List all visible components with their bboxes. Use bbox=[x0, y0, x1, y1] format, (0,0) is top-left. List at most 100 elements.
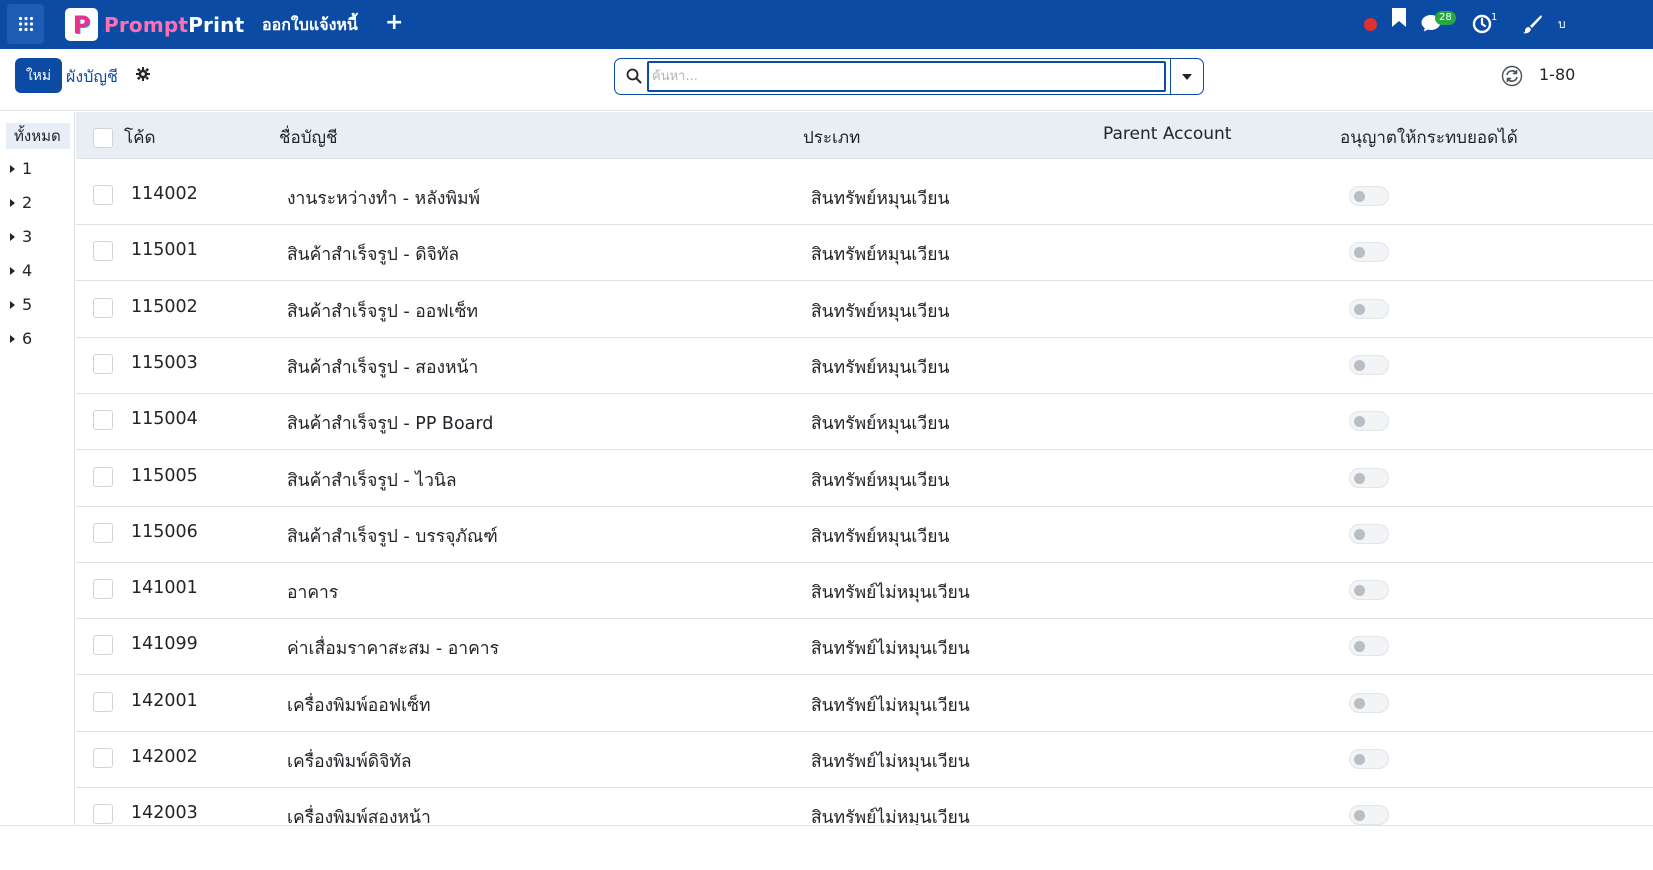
table-header: โค้ด ชื่อบัญชี ประเภท Parent Account อนุ… bbox=[76, 112, 1653, 159]
toggle-knob bbox=[1354, 528, 1365, 540]
reconcile-toggle[interactable] bbox=[1349, 242, 1389, 263]
table-row[interactable]: 115002 สินค้าสำเร็จรูป - ออฟเซ็ท สินทรัพย์… bbox=[76, 281, 1653, 338]
table-row[interactable]: 142001 เครื่องพิมพ์ออฟเซ็ท สินทรัพย์ไม่หมุ… bbox=[76, 675, 1653, 732]
menu-invoicing[interactable]: ออกใบแจ้งหนี้ bbox=[262, 13, 358, 38]
cell-account-type: สินทรัพย์หมุนเวียน bbox=[811, 414, 950, 435]
cell-code: 142002 bbox=[131, 747, 198, 767]
select-all-checkbox[interactable] bbox=[93, 128, 113, 148]
toggle-knob bbox=[1354, 303, 1365, 315]
refresh-icon[interactable] bbox=[1501, 65, 1523, 87]
cell-account-name: งานระหว่างทำ - หลังพิมพ์ bbox=[287, 189, 481, 209]
group-item[interactable]: 3 bbox=[10, 227, 32, 246]
cell-account-name: สินค้าสำเร็จรูป - สองหน้า bbox=[287, 357, 479, 378]
cell-code: 114002 bbox=[131, 184, 198, 204]
brand-logo-mark: P bbox=[65, 8, 98, 41]
bookmark-icon[interactable] bbox=[1390, 7, 1408, 29]
cell-code: 115006 bbox=[131, 521, 198, 542]
row-checkbox[interactable] bbox=[93, 748, 113, 768]
toggle-knob bbox=[1354, 641, 1365, 653]
toggle-knob bbox=[1354, 697, 1365, 709]
table-row[interactable]: 115004 สินค้าสำเร็จรูป - PP Board สินทรัพย… bbox=[76, 394, 1653, 451]
group-item[interactable]: 5 bbox=[10, 295, 32, 314]
reconcile-toggle[interactable] bbox=[1349, 411, 1389, 432]
column-header-code[interactable]: โค้ด bbox=[124, 124, 156, 151]
cell-account-name: ค่าเสื่อมราคาสะสม - อาคาร bbox=[287, 639, 500, 660]
reconcile-toggle[interactable] bbox=[1349, 354, 1389, 375]
row-checkbox[interactable] bbox=[93, 353, 113, 374]
activity-clock-icon[interactable] bbox=[1471, 13, 1493, 35]
reconcile-toggle[interactable] bbox=[1349, 186, 1389, 206]
bottom-area bbox=[0, 825, 1653, 870]
row-checkbox[interactable] bbox=[93, 185, 113, 205]
table-row[interactable]: 115005 สินค้าสำเร็จรูป - ไวนิล สินทรัพย์หม… bbox=[76, 450, 1653, 507]
cell-account-type: สินทรัพย์ไม่หมุนเวียน bbox=[811, 808, 970, 825]
reconcile-toggle[interactable] bbox=[1349, 692, 1389, 713]
table-row[interactable]: 142003 เครื่องพิมพ์สองหน้า สินทรัพย์ไม่หมุ… bbox=[76, 788, 1653, 825]
pager-value[interactable]: 1-80 bbox=[1539, 65, 1575, 84]
table-row[interactable]: 114002 งานระหว่างทำ - หลังพิมพ์ สินทรัพย์ห… bbox=[76, 169, 1653, 225]
column-header-reconcile[interactable]: อนุญาตให้กระทบยอดได้ bbox=[1340, 124, 1518, 151]
table-row[interactable]: 142002 เครื่องพิมพ์ดิจิทัล สินทรัพย์ไม่หมุ… bbox=[76, 732, 1653, 788]
row-checkbox[interactable] bbox=[93, 297, 113, 318]
caret-right-icon bbox=[10, 266, 15, 275]
user-menu[interactable]: บ bbox=[1558, 15, 1566, 34]
apps-menu-button[interactable] bbox=[7, 4, 44, 44]
new-button[interactable]: ใหม่ bbox=[15, 58, 62, 93]
chat-count-badge: 28 bbox=[1435, 11, 1456, 25]
row-checkbox[interactable] bbox=[93, 241, 113, 262]
row-checkbox[interactable] bbox=[93, 466, 113, 487]
reconcile-toggle[interactable] bbox=[1349, 636, 1389, 657]
reconcile-toggle[interactable] bbox=[1349, 467, 1389, 488]
cell-code: 141099 bbox=[131, 634, 198, 655]
cell-code: 115005 bbox=[131, 465, 198, 486]
group-all[interactable]: ทั้งหมด bbox=[6, 123, 70, 149]
cell-account-name: เครื่องพิมพ์ดิจิทัล bbox=[287, 752, 412, 772]
row-checkbox[interactable] bbox=[93, 522, 113, 543]
cell-account-name: เครื่องพิมพ์ออฟเซ็ท bbox=[287, 695, 431, 716]
reconcile-toggle[interactable] bbox=[1349, 523, 1389, 544]
recording-indicator-icon[interactable] bbox=[1364, 18, 1377, 31]
brand-logo-letter: P bbox=[72, 10, 91, 39]
table-row[interactable]: 141001 อาคาร สินทรัพย์ไม่หมุนเวียน bbox=[76, 563, 1653, 620]
search-bar bbox=[614, 58, 1204, 95]
cell-code: 115004 bbox=[131, 409, 198, 430]
gear-icon[interactable] bbox=[136, 67, 150, 81]
cell-account-type: สินทรัพย์ไม่หมุนเวียน bbox=[811, 695, 970, 716]
reconcile-toggle[interactable] bbox=[1349, 580, 1389, 601]
table-row[interactable]: 115003 สินค้าสำเร็จรูป - สองหน้า สินทรัพย์… bbox=[76, 337, 1653, 394]
row-checkbox[interactable] bbox=[93, 804, 113, 825]
search-input[interactable] bbox=[647, 61, 1166, 92]
table-row[interactable]: 141099 ค่าเสื่อมราคาสะสม - อาคาร สินทรัพย์… bbox=[76, 619, 1653, 676]
reconcile-toggle[interactable] bbox=[1349, 805, 1389, 825]
add-shortcut-button[interactable]: + bbox=[385, 10, 403, 35]
group-item[interactable]: 2 bbox=[10, 193, 32, 212]
row-checkbox[interactable] bbox=[93, 635, 113, 656]
row-checkbox[interactable] bbox=[93, 579, 113, 600]
toggle-knob bbox=[1354, 472, 1365, 484]
brand-name: PromptPrint bbox=[104, 13, 244, 37]
table-row[interactable]: 115006 สินค้าสำเร็จรูป - บรรจุภัณฑ์ สินทรั… bbox=[76, 506, 1653, 563]
row-checkbox[interactable] bbox=[93, 691, 113, 712]
group-item[interactable]: 6 bbox=[10, 329, 32, 348]
reconcile-toggle[interactable] bbox=[1349, 749, 1389, 769]
row-checkbox[interactable] bbox=[93, 410, 113, 431]
group-item[interactable]: 4 bbox=[10, 261, 32, 280]
cell-code: 115002 bbox=[131, 296, 198, 317]
control-panel: ใหม่ ผังบัญชี 1-80 bbox=[0, 49, 1653, 111]
column-header-name[interactable]: ชื่อบัญชี bbox=[279, 124, 338, 151]
cell-account-type: สินทรัพย์หมุนเวียน bbox=[811, 301, 950, 322]
search-options-toggle[interactable] bbox=[1182, 74, 1192, 80]
toggle-knob bbox=[1354, 585, 1365, 597]
table-row[interactable]: 115001 สินค้าสำเร็จรูป - ดิจิทัล สินทรัพย์… bbox=[76, 225, 1653, 282]
column-header-parent[interactable]: Parent Account bbox=[1103, 124, 1231, 144]
cell-account-type: สินทรัพย์หมุนเวียน bbox=[811, 189, 950, 209]
reconcile-toggle[interactable] bbox=[1349, 298, 1389, 319]
paint-brush-icon[interactable] bbox=[1521, 13, 1543, 35]
column-header-type[interactable]: ประเภท bbox=[803, 124, 860, 151]
cell-account-name: สินค้าสำเร็จรูป - บรรจุภัณฑ์ bbox=[287, 526, 498, 547]
breadcrumb[interactable]: ผังบัญชี bbox=[66, 65, 118, 90]
brand-logo[interactable]: P PromptPrint bbox=[65, 8, 244, 41]
cell-account-type: สินทรัพย์ไม่หมุนเวียน bbox=[811, 583, 970, 604]
group-item[interactable]: 1 bbox=[10, 159, 32, 178]
cell-code: 115003 bbox=[131, 352, 198, 373]
